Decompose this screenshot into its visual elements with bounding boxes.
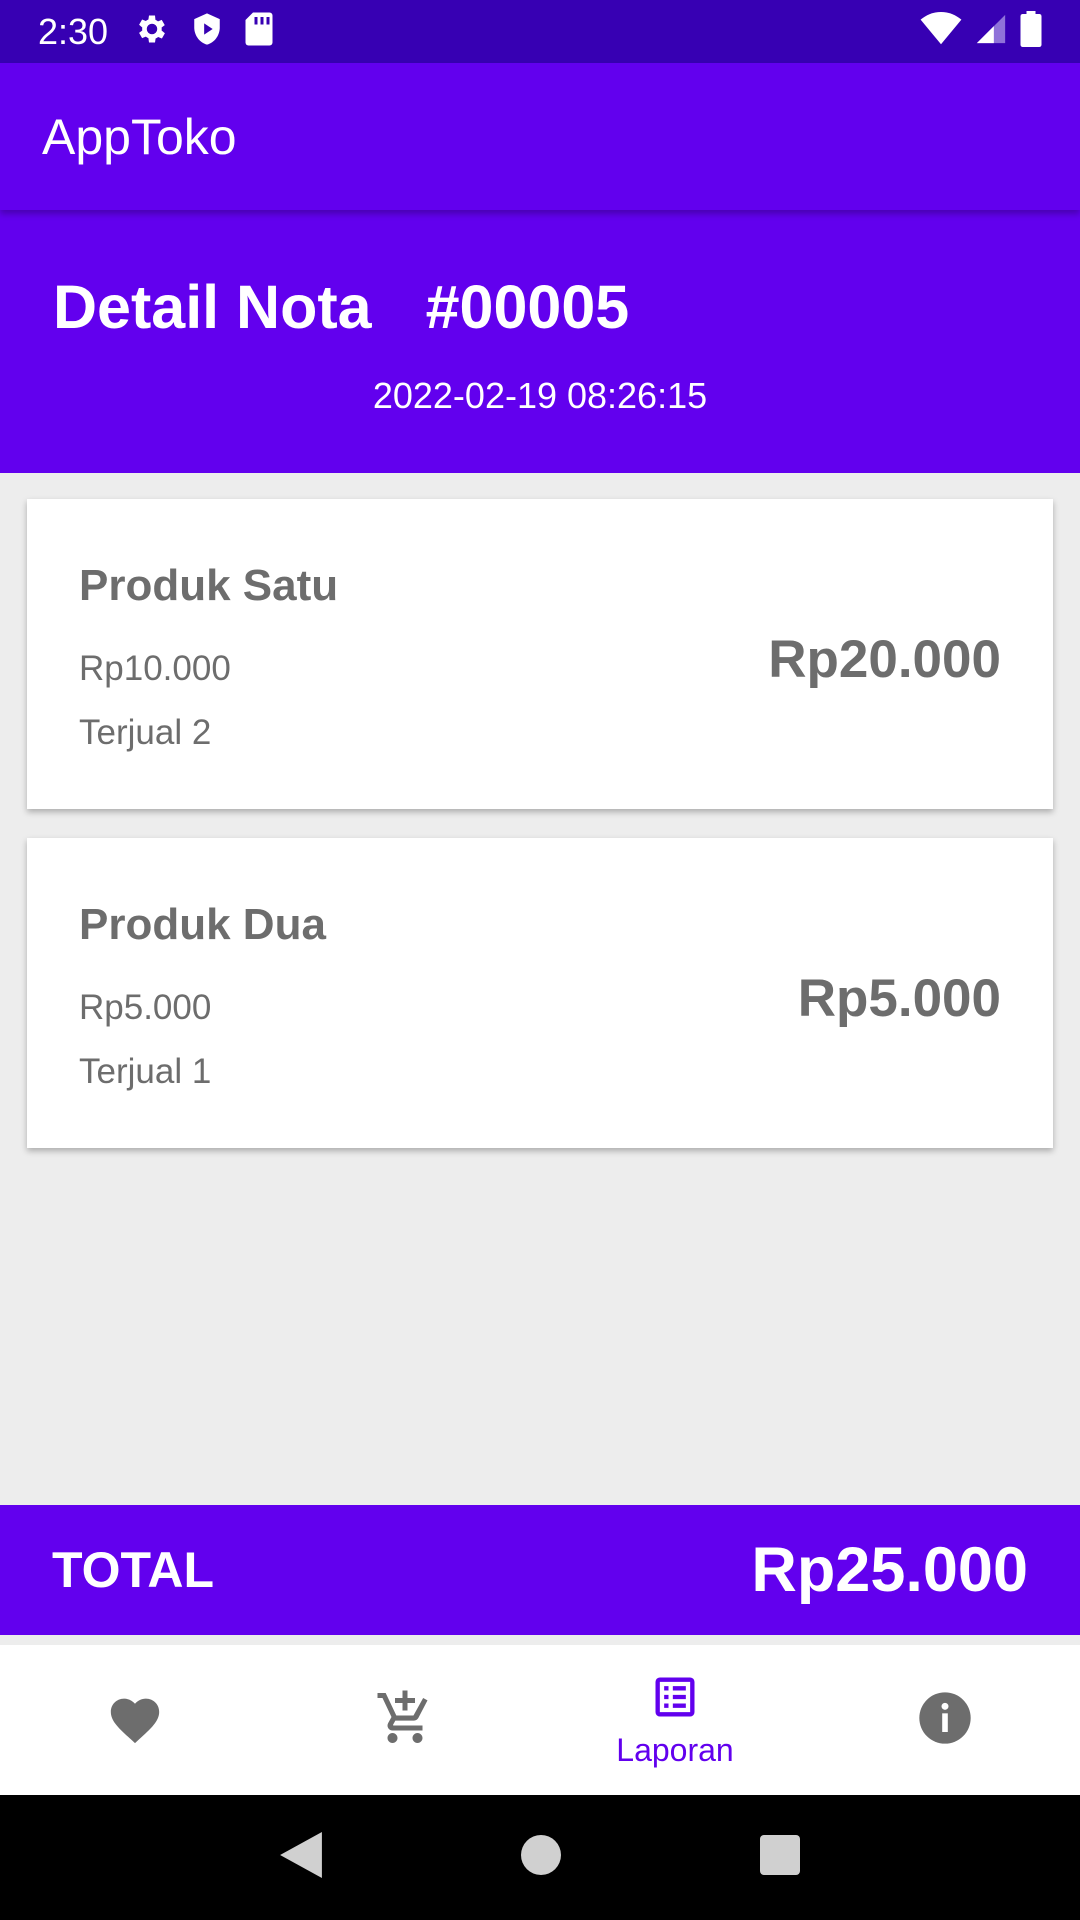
nota-number: #00005	[425, 273, 630, 341]
info-icon	[917, 1690, 973, 1751]
total-label: TOTAL	[52, 1542, 215, 1598]
nota-label: Detail Nota	[53, 273, 372, 341]
status-left-icons	[134, 11, 274, 52]
nav-item-info[interactable]	[810, 1645, 1080, 1795]
total-value: Rp25.000	[751, 1535, 1028, 1605]
sd-card-icon	[244, 11, 274, 52]
back-icon[interactable]	[279, 1832, 322, 1883]
shield-icon	[190, 11, 224, 52]
app-bar: AppToko	[0, 63, 1080, 210]
bottom-navigation: Laporan	[0, 1645, 1080, 1795]
status-right-icons	[920, 11, 1042, 52]
item-card[interactable]: Produk Satu Rp10.000 Terjual 2 Rp20.000	[27, 499, 1053, 809]
nav-item-laporan[interactable]: Laporan	[540, 1645, 810, 1795]
nav-item-add-cart[interactable]	[270, 1645, 540, 1795]
heart-icon	[106, 1691, 164, 1750]
item-sold-count: Terjual 1	[79, 1052, 212, 1091]
nav-item-favorites[interactable]	[0, 1645, 270, 1795]
item-subtotal: Rp5.000	[797, 969, 1001, 1028]
item-card[interactable]: Produk Dua Rp5.000 Terjual 1 Rp5.000	[27, 838, 1053, 1148]
nota-title: Detail Nota #00005	[53, 272, 629, 342]
settings-icon	[134, 11, 170, 52]
battery-icon	[1020, 11, 1042, 52]
report-list-icon	[649, 1671, 701, 1728]
signal-icon	[974, 12, 1008, 51]
item-name: Produk Dua	[79, 900, 326, 949]
add-cart-icon	[375, 1688, 435, 1753]
item-price: Rp10.000	[79, 649, 231, 688]
total-bar: TOTAL Rp25.000	[0, 1505, 1080, 1635]
system-navigation-bar	[0, 1795, 1080, 1920]
nota-datetime: 2022-02-19 08:26:15	[372, 375, 708, 416]
nota-header: Detail Nota #00005 2022-02-19 08:26:15	[0, 210, 1080, 473]
item-name: Produk Satu	[79, 561, 339, 610]
wifi-icon	[920, 12, 962, 51]
nav-label-laporan: Laporan	[616, 1732, 734, 1768]
item-subtotal: Rp20.000	[768, 630, 1001, 689]
home-icon[interactable]	[520, 1835, 561, 1880]
screen: 2:30 AppToko Detail Nota #00005 2022-02-…	[0, 0, 1080, 1920]
item-sold-count: Terjual 2	[79, 713, 212, 752]
status-time: 2:30	[38, 10, 109, 52]
item-price: Rp5.000	[79, 988, 212, 1027]
recents-icon[interactable]	[760, 1835, 801, 1880]
status-bar: 2:30	[0, 0, 1080, 63]
app-title: AppToko	[42, 108, 237, 165]
